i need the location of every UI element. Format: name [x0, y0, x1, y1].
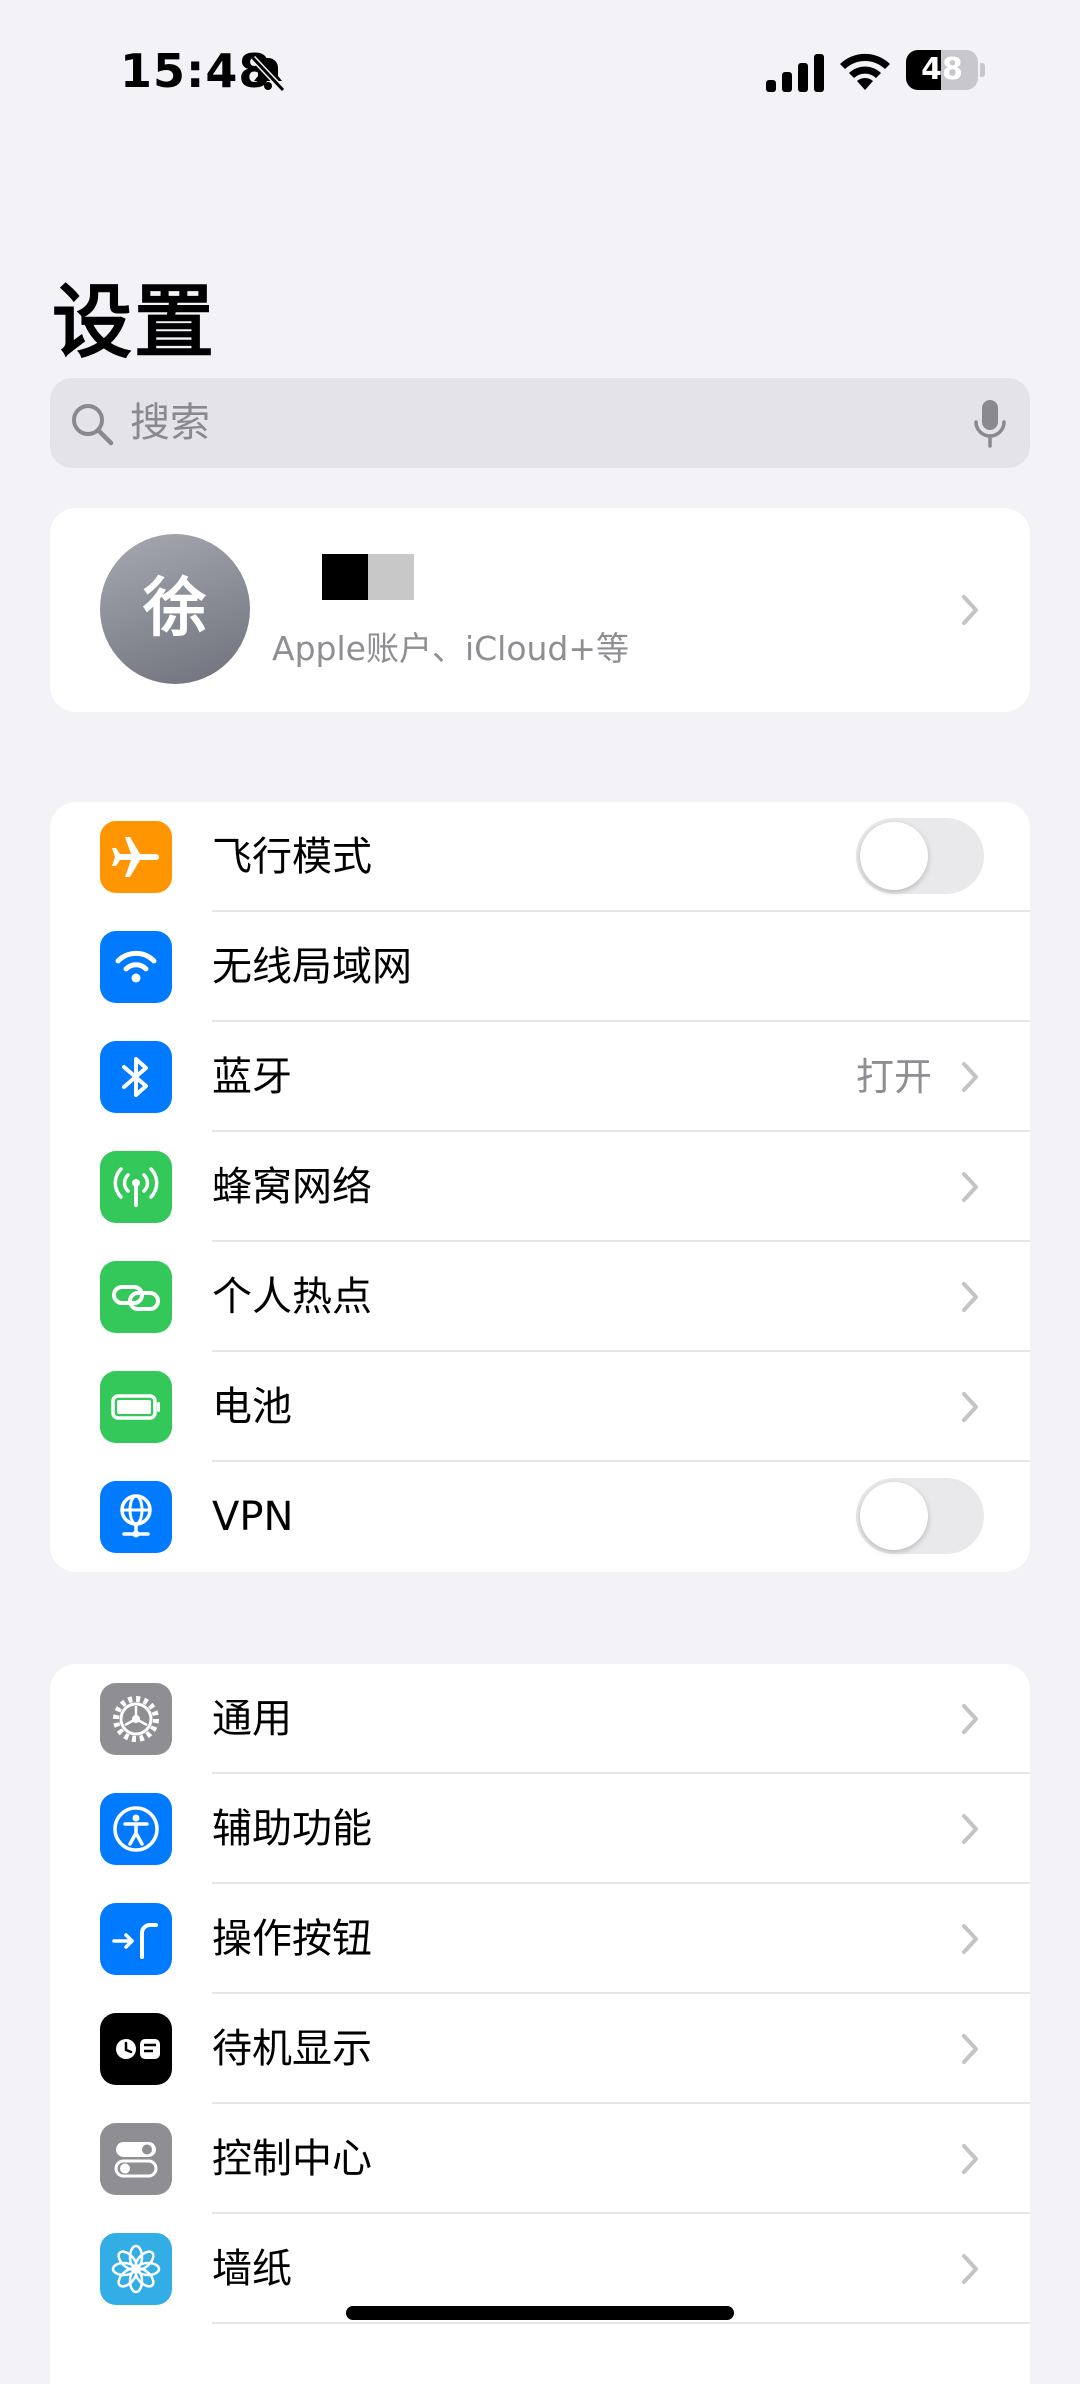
row-airplane-mode[interactable]: 飞行模式: [50, 802, 1030, 912]
chevron-right-icon: [962, 1172, 978, 1202]
row-label: 蓝牙: [212, 1054, 292, 1100]
row-vpn[interactable]: VPN: [50, 1462, 1030, 1572]
row-accessibility[interactable]: 辅助功能: [50, 1774, 1030, 1884]
profile-subtitle: Apple账户、iCloud+等: [272, 629, 630, 668]
antenna-icon: [100, 1151, 172, 1223]
airplane-icon: [100, 821, 172, 893]
chevron-right-icon: [962, 2034, 978, 2064]
vpn-globe-icon: [100, 1481, 172, 1553]
search-placeholder: 搜索: [130, 400, 210, 446]
redacted-name: [322, 554, 416, 600]
row-cellular[interactable]: 蜂窝网络: [50, 1132, 1030, 1242]
chevron-right-icon: [962, 1814, 978, 1844]
chevron-right-icon: [962, 1924, 978, 1954]
row-standby[interactable]: 待机显示: [50, 1994, 1030, 2104]
battery-indicator: 48: [906, 50, 986, 92]
row-label: 操作按钮: [212, 1916, 372, 1962]
microphone-icon[interactable]: [972, 398, 1008, 450]
chevron-right-icon: [962, 1392, 978, 1422]
hotspot-link-icon: [100, 1261, 172, 1333]
connectivity-group: 飞行模式 无线局域网 蓝牙 打开 蜂窝网络 个人热点 电池 VPN: [50, 802, 1030, 1572]
battery-percent: 48: [921, 52, 963, 87]
general-group: 通用 辅助功能 操作按钮 待机显示 控制中心 墙纸: [50, 1664, 1030, 2384]
chevron-right-icon: [962, 1704, 978, 1734]
home-indicator: [346, 2306, 734, 2320]
airplane-mode-toggle[interactable]: [856, 818, 984, 894]
avatar: 徐: [100, 534, 250, 684]
bluetooth-status: 打开: [855, 1055, 932, 1099]
row-wifi[interactable]: 无线局域网: [50, 912, 1030, 1022]
search-icon: [72, 404, 114, 446]
wifi-icon: [100, 931, 172, 1003]
row-personal-hotspot[interactable]: 个人热点: [50, 1242, 1030, 1352]
chevron-right-icon: [962, 2254, 978, 2284]
wifi-status-icon: [840, 53, 890, 90]
row-battery[interactable]: 电池: [50, 1352, 1030, 1462]
vpn-toggle[interactable]: [856, 1478, 984, 1554]
row-label: 蜂窝网络: [212, 1164, 372, 1210]
status-bar: 15:48 48: [0, 0, 1080, 150]
row-label: 控制中心: [212, 2136, 372, 2182]
chevron-right-icon: [962, 1062, 978, 1092]
row-control-center[interactable]: 控制中心: [50, 2104, 1030, 2214]
standby-icon: [100, 2013, 172, 2085]
bell-slash-icon: [250, 55, 286, 93]
accessibility-icon: [100, 1793, 172, 1865]
row-bluetooth[interactable]: 蓝牙 打开: [50, 1022, 1030, 1132]
gear-icon: [100, 1683, 172, 1755]
bluetooth-icon: [100, 1041, 172, 1113]
apple-account-card[interactable]: 徐 Apple账户、iCloud+等: [50, 508, 1030, 712]
control-center-icon: [100, 2123, 172, 2195]
row-general[interactable]: 通用: [50, 1664, 1030, 1774]
row-label: 个人热点: [212, 1274, 372, 1320]
row-label: 电池: [212, 1384, 292, 1430]
search-field[interactable]: 搜索: [50, 378, 1030, 468]
chevron-right-icon: [962, 595, 978, 625]
page-title: 设置: [52, 276, 216, 369]
row-label: 无线局域网: [212, 944, 412, 990]
chevron-right-icon: [962, 2144, 978, 2174]
action-button-icon: [100, 1903, 172, 1975]
cellular-signal-icon: [766, 54, 824, 92]
row-label: 墙纸: [212, 2246, 292, 2292]
chevron-right-icon: [962, 1282, 978, 1312]
row-label: 辅助功能: [212, 1806, 372, 1852]
row-label: 通用: [212, 1696, 292, 1742]
row-label: 飞行模式: [212, 834, 372, 880]
row-label: VPN: [212, 1494, 294, 1540]
row-action-button[interactable]: 操作按钮: [50, 1884, 1030, 1994]
row-label: 待机显示: [212, 2026, 372, 2072]
battery-icon: [100, 1371, 172, 1443]
flower-icon: [100, 2233, 172, 2305]
